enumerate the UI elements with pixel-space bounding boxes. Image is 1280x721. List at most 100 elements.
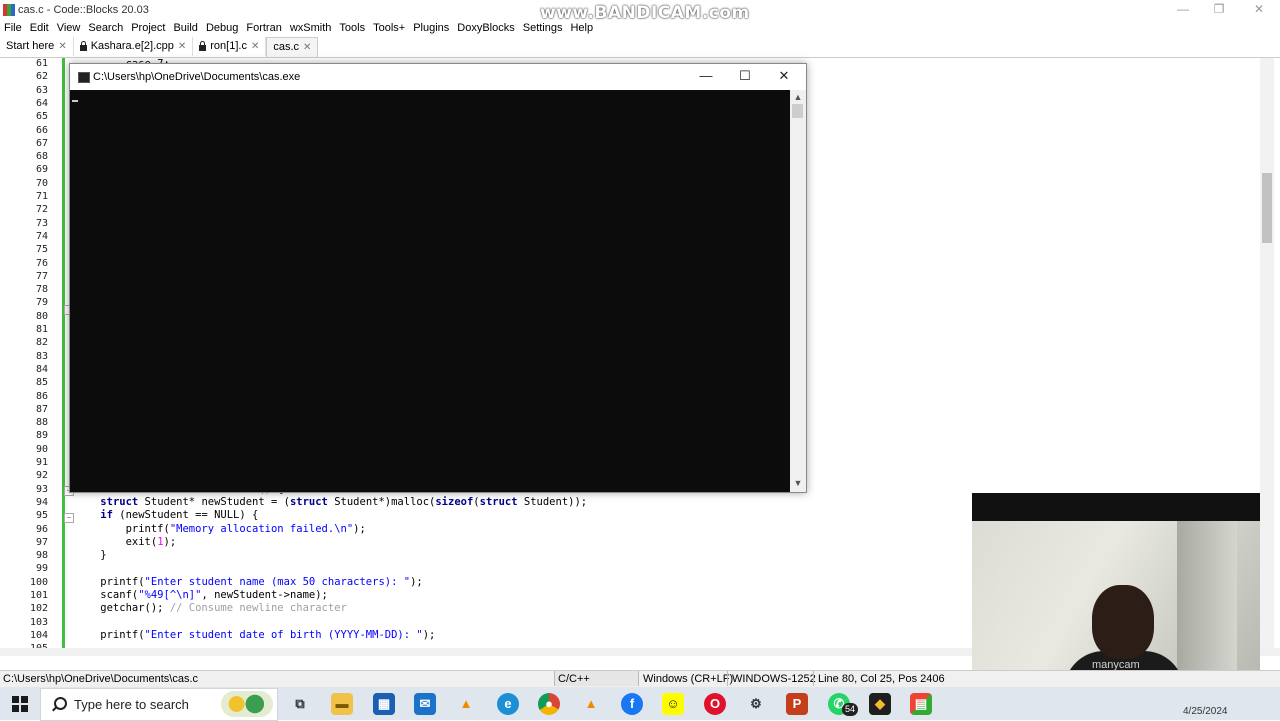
line-number: 76 [35,257,48,269]
console-window[interactable]: C:\Users\hp\OneDrive\Documents\cas.exe —… [69,63,807,493]
menu-fortran[interactable]: Fortran [242,20,285,37]
edge-icon[interactable]: e [497,693,519,715]
whatsapp-unread-badge: 54 [842,703,858,716]
editor-vertical-scrollbar[interactable] [1260,58,1274,648]
menu-tools[interactable]: Tools [335,20,369,37]
menu-bar: File Edit View Search Project Build Debug Fortr… [0,20,1280,37]
menu-wxsmith[interactable]: wxSmith [286,20,336,37]
snapchat-icon[interactable]: ☺ [662,693,684,715]
code-line: exit(1); [75,535,177,548]
changed-lines-marker [62,58,65,648]
line-number: 87 [35,403,48,415]
line-number: 77 [35,270,48,282]
close-tab-icon[interactable]: ✕ [58,37,66,56]
line-number: 86 [35,390,48,402]
console-scrollbar[interactable] [790,90,806,492]
close-button[interactable]: ✕ [1244,2,1274,16]
line-number-gutter: 61 62 63 64 65 66 67 68 69 70 71 72 73 74 75 76 77 78 79 80… [0,58,52,654]
tab-label: cas.c [273,41,300,53]
microsoft-store-icon[interactable]: ▦ [373,693,395,715]
menu-doxyblocks[interactable]: DoxyBlocks [453,20,518,37]
vlc-icon[interactable]: ▲ [455,693,477,715]
fold-marker[interactable]: − [64,513,74,523]
minimize-button[interactable]: — [1168,2,1198,16]
tab-kashara-e-2-cpp[interactable]: Kashara.e[2].cpp ✕ [74,37,194,56]
editor-tab-bar: Start here ✕ Kashara.e[2].cpp ✕ ron[1].c ✕ cas… [0,37,1280,58]
settings-gear-icon[interactable]: ⚙ [745,693,767,715]
status-divider [638,671,639,686]
scroll-up-arrow-icon[interactable]: ▲ [792,92,804,102]
line-number: 71 [35,191,48,202]
line-number: 92 [35,470,48,482]
windows-start-icon[interactable] [12,696,28,712]
line-number: 68 [35,151,48,163]
facebook-icon[interactable]: f [621,693,643,715]
restore-button[interactable]: ❐ [1204,2,1234,16]
close-tab-icon[interactable]: ✕ [178,37,186,56]
menu-help[interactable]: Help [566,20,597,37]
menu-project[interactable]: Project [127,20,169,37]
line-number: 73 [35,217,48,229]
tab-ron-1-c[interactable]: ron[1].c ✕ [193,37,267,56]
binance-icon[interactable]: ◆ [869,693,891,715]
mail-icon[interactable]: ✉ [414,693,436,715]
chrome-icon[interactable]: ● [538,693,560,715]
tab-cas-c[interactable]: cas.c ✕ [266,37,319,57]
winrar-icon[interactable]: ▤ [910,693,932,715]
editor-scroll-thumb[interactable] [1262,173,1272,243]
code-line: struct Student* newStudent = (struct Stu… [100,495,588,508]
line-number: 91 [35,457,48,468]
code-line: if (newStudent == NULL) { [100,509,259,522]
task-view-icon[interactable]: ⧉ [289,693,311,715]
line-number: 81 [35,324,48,335]
console-close-button[interactable]: ✕ [769,68,799,84]
tab-start-here[interactable]: Start here ✕ [0,37,74,56]
search-icon [54,697,67,710]
close-tab-icon[interactable]: ✕ [303,38,311,57]
line-number: 94 [35,496,48,508]
line-number: 103 [29,616,48,628]
line-number: 99 [35,563,48,575]
lock-icon [79,41,87,51]
console-title-bar[interactable]: C:\Users\hp\OneDrive\Documents\cas.exe —… [70,64,806,90]
window-title: cas.c - Code::Blocks 20.03 [18,4,149,16]
code-line: printf("Enter student name (max 50 chara… [75,575,423,588]
menu-search[interactable]: Search [84,20,127,37]
console-maximize-button[interactable]: ☐ [730,68,760,84]
code-line: getchar(); // Consume newline character [75,602,347,615]
line-number: 100 [29,576,48,588]
line-number: 98 [35,550,48,562]
line-number: 93 [35,483,48,495]
powerpoint-icon[interactable]: P [786,693,808,715]
console-minimize-button[interactable]: — [691,68,721,83]
close-tab-icon[interactable]: ✕ [251,37,259,56]
menu-file[interactable]: File [0,20,26,37]
menu-build[interactable]: Build [169,20,201,37]
scroll-down-arrow-icon[interactable]: ▼ [792,478,804,488]
vlc-icon[interactable]: ▲ [580,693,602,715]
line-number: 85 [35,377,48,389]
menu-tools-[interactable]: Tools+ [369,20,409,37]
console-icon [78,72,90,83]
menu-plugins[interactable]: Plugins [409,20,453,37]
status-divider [727,671,728,686]
line-number: 75 [35,244,48,256]
menu-debug[interactable]: Debug [202,20,242,37]
line-number: 64 [35,97,48,109]
person-face [1092,585,1154,659]
line-number: 84 [35,363,48,375]
console-title: C:\Users\hp\OneDrive\Documents\cas.exe [93,71,301,83]
taskbar-date: 4/25/2024 [1183,706,1228,717]
console-output[interactable] [70,90,790,492]
status-bar: C:\Users\hp\OneDrive\Documents\cas.c C/C… [0,670,1280,688]
menu-view[interactable]: View [53,20,85,37]
opera-icon[interactable]: O [704,693,726,715]
line-number: 63 [35,84,48,96]
menu-edit[interactable]: Edit [26,20,53,37]
menu-settings[interactable]: Settings [519,20,567,37]
code-line: scanf("%49[^\n]", newStudent->name); [75,589,328,601]
console-scroll-thumb[interactable] [792,104,803,118]
taskbar-search-box[interactable]: Type here to search [40,688,278,721]
file-explorer-icon[interactable]: ▬ [331,693,353,715]
line-number: 65 [35,111,48,123]
